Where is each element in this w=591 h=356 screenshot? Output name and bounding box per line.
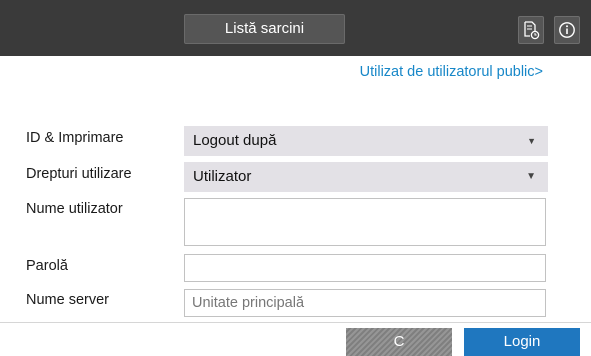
server-name-label: Nume server [26, 292, 109, 308]
user-rights-label: Drepturi utilizare [26, 166, 132, 182]
footer-divider [0, 322, 591, 323]
top-bar: Listă sarcini [0, 0, 591, 56]
dropdown-arrow-icon: ▼ [526, 171, 536, 182]
dropdown-arrow-icon: ▼ [527, 136, 536, 146]
info-icon [558, 21, 576, 39]
clear-button[interactable]: C [346, 328, 452, 356]
job-status-button[interactable] [518, 16, 544, 44]
user-name-input[interactable] [184, 198, 546, 246]
id-print-label: ID & Imprimare [26, 130, 124, 146]
user-name-label: Nume utilizator [26, 201, 123, 217]
job-status-icon [522, 20, 540, 40]
public-user-link[interactable]: Utilizat de utilizatorul public> [360, 64, 543, 80]
info-button[interactable] [554, 16, 580, 44]
id-print-value: Logout după [193, 132, 277, 149]
id-print-select[interactable]: Logout după ▼ [184, 126, 548, 156]
user-rights-value: Utilizator [193, 168, 252, 185]
task-list-button[interactable]: Listă sarcini [184, 14, 345, 44]
password-input[interactable] [184, 254, 546, 282]
user-rights-select[interactable]: Utilizator ▼ [184, 162, 548, 192]
server-name-placeholder: Unitate principală [192, 295, 305, 311]
password-label: Parolă [26, 258, 68, 274]
server-name-input[interactable]: Unitate principală [184, 289, 546, 317]
login-button[interactable]: Login [464, 328, 580, 356]
